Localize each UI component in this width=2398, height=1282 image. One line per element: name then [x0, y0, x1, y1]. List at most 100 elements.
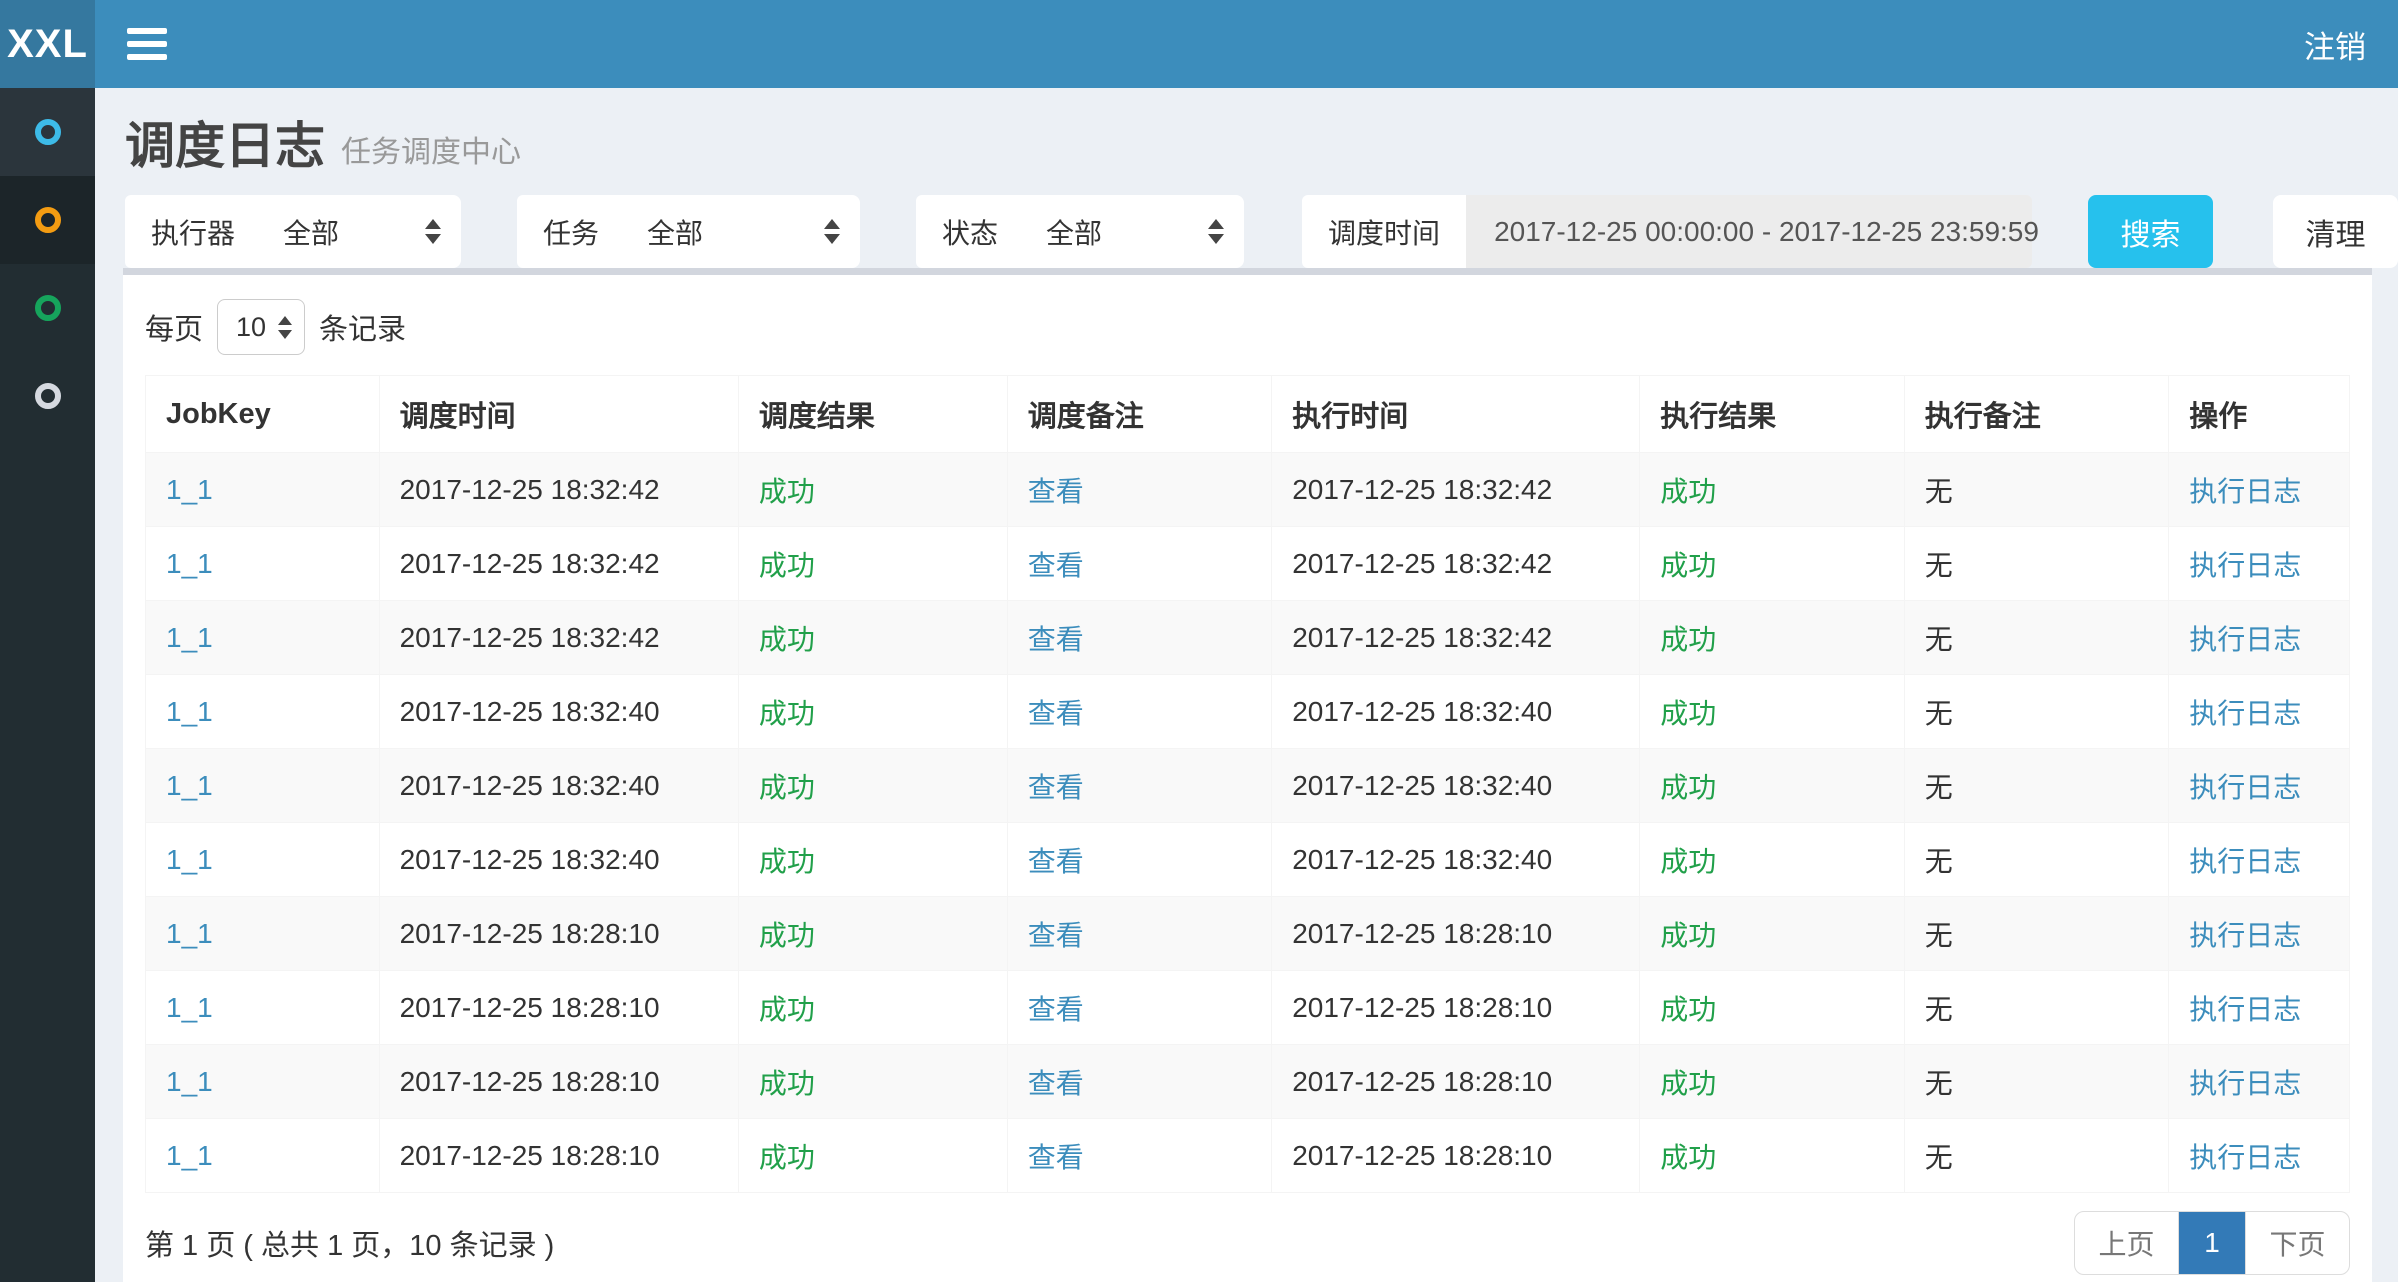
trigger-msg-link[interactable]: 查看 [1028, 698, 1084, 729]
search-button[interactable]: 搜索 [2088, 195, 2213, 268]
hamburger-icon [127, 28, 167, 34]
status-filter-group: 状态 全部 [916, 195, 1244, 268]
trigger-result-text-cell: 成功 [738, 675, 1007, 749]
handle-result-text-cell: 成功 [1640, 527, 1904, 601]
exec-log-link[interactable]: 执行日志 [2189, 846, 2301, 877]
exec-log-link-cell: 执行日志 [2169, 675, 2350, 749]
page-subtitle: 任务调度中心 [341, 113, 521, 171]
column-header: 调度结果 [738, 376, 1007, 453]
trigger-msg-link[interactable]: 查看 [1028, 994, 1084, 1025]
trigger-time-text: 2017-12-25 18:32:42 [400, 622, 660, 653]
jobkey-link[interactable]: 1_1 [166, 770, 213, 801]
exec-log-link[interactable]: 执行日志 [2189, 624, 2301, 655]
sidebar-toggle-button[interactable] [107, 0, 187, 88]
handle-time-text: 2017-12-25 18:28:10 [1292, 918, 1552, 949]
next-page-button[interactable]: 下页 [2245, 1212, 2349, 1274]
page-size-select[interactable]: 10 [217, 299, 305, 355]
handle-msg-text: 无 [1925, 994, 1953, 1025]
handle-msg-text: 无 [1925, 1068, 1953, 1099]
table-row: 1_12017-12-25 18:32:42成功查看2017-12-25 18:… [146, 453, 2350, 527]
handle-time-text: 2017-12-25 18:32:40 [1292, 696, 1552, 727]
trigger-msg-link[interactable]: 查看 [1028, 772, 1084, 803]
handle-msg-text-cell: 无 [1904, 453, 2168, 527]
trigger-time-text: 2017-12-25 18:28:10 [400, 918, 660, 949]
column-header: 执行备注 [1904, 376, 2168, 453]
trigger-result-text-cell: 成功 [738, 453, 1007, 527]
exec-log-link[interactable]: 执行日志 [2189, 1142, 2301, 1173]
sidebar-item-4[interactable] [0, 352, 95, 440]
trigger-result-text: 成功 [759, 624, 815, 655]
jobkey-link[interactable]: 1_1 [166, 622, 213, 653]
handle-result-text-cell: 成功 [1640, 749, 1904, 823]
jobkey-link[interactable]: 1_1 [166, 992, 213, 1023]
sidebar-item-1[interactable] [0, 88, 95, 176]
status-select[interactable]: 全部 [1024, 195, 1244, 268]
trigger-msg-link[interactable]: 查看 [1028, 1068, 1084, 1099]
circle-o-icon [35, 207, 61, 233]
jobkey-link[interactable]: 1_1 [166, 474, 213, 505]
trigger-msg-link[interactable]: 查看 [1028, 920, 1084, 951]
handle-msg-text: 无 [1925, 772, 1953, 803]
handle-result-text: 成功 [1660, 846, 1716, 877]
logout-link[interactable]: 注销 [2272, 0, 2398, 88]
page-size-prefix-label: 每页 [145, 306, 203, 348]
exec-log-link[interactable]: 执行日志 [2189, 698, 2301, 729]
trigger-time-text-cell: 2017-12-25 18:32:42 [379, 601, 738, 675]
trigger-time-range-input[interactable]: 2017-12-25 00:00:00 - 2017-12-25 23:59:5… [1466, 195, 2032, 268]
job-select[interactable]: 全部 [625, 195, 860, 268]
jobkey-link[interactable]: 1_1 [166, 548, 213, 579]
handle-time-text: 2017-12-25 18:28:10 [1292, 992, 1552, 1023]
current-page-button[interactable]: 1 [2179, 1212, 2245, 1274]
trigger-msg-link[interactable]: 查看 [1028, 550, 1084, 581]
sidebar-item-2[interactable] [0, 176, 95, 264]
exec-log-link[interactable]: 执行日志 [2189, 772, 2301, 803]
exec-log-link[interactable]: 执行日志 [2189, 476, 2301, 507]
prev-page-button[interactable]: 上页 [2075, 1212, 2179, 1274]
handle-msg-text-cell: 无 [1904, 749, 2168, 823]
executor-select[interactable]: 全部 [261, 195, 461, 268]
trigger-msg-link[interactable]: 查看 [1028, 846, 1084, 877]
jobkey-link[interactable]: 1_1 [166, 844, 213, 875]
trigger-result-text-cell: 成功 [738, 897, 1007, 971]
handle-result-text: 成功 [1660, 624, 1716, 655]
exec-log-link[interactable]: 执行日志 [2189, 1068, 2301, 1099]
handle-time-text-cell: 2017-12-25 18:32:42 [1272, 527, 1640, 601]
jobkey-link[interactable]: 1_1 [166, 696, 213, 727]
trigger-msg-link[interactable]: 查看 [1028, 476, 1084, 507]
jobkey-link-cell: 1_1 [146, 601, 380, 675]
trigger-msg-link[interactable]: 查看 [1028, 624, 1084, 655]
exec-log-link-cell: 执行日志 [2169, 749, 2350, 823]
exec-log-link[interactable]: 执行日志 [2189, 550, 2301, 581]
jobkey-link[interactable]: 1_1 [166, 1140, 213, 1171]
trigger-time-text-cell: 2017-12-25 18:32:40 [379, 749, 738, 823]
jobkey-link-cell: 1_1 [146, 1119, 380, 1193]
trigger-result-text: 成功 [759, 476, 815, 507]
trigger-result-text-cell: 成功 [738, 971, 1007, 1045]
app-logo[interactable]: XXL [0, 0, 95, 88]
column-header: 执行结果 [1640, 376, 1904, 453]
trigger-time-text-cell: 2017-12-25 18:32:40 [379, 675, 738, 749]
handle-time-text: 2017-12-25 18:32:40 [1292, 844, 1552, 875]
job-filter-label: 任务 [517, 195, 625, 268]
handle-result-text: 成功 [1660, 772, 1716, 803]
trigger-time-text: 2017-12-25 18:28:10 [400, 992, 660, 1023]
trigger-result-text-cell: 成功 [738, 1119, 1007, 1193]
trigger-result-text: 成功 [759, 1068, 815, 1099]
handle-result-text: 成功 [1660, 698, 1716, 729]
jobkey-link-cell: 1_1 [146, 971, 380, 1045]
sidebar-item-3[interactable] [0, 264, 95, 352]
page-header: 调度日志 任务调度中心 [95, 88, 2398, 195]
page-size-select-value: 10 [236, 312, 266, 343]
exec-log-link[interactable]: 执行日志 [2189, 920, 2301, 951]
trigger-time-text-cell: 2017-12-25 18:28:10 [379, 971, 738, 1045]
trigger-msg-link-cell: 查看 [1007, 1045, 1271, 1119]
select-arrows-icon [278, 316, 292, 339]
clean-button[interactable]: 清理 [2273, 195, 2398, 268]
trigger-msg-link[interactable]: 查看 [1028, 1142, 1084, 1173]
job-filter-group: 任务 全部 [517, 195, 860, 268]
trigger-msg-link-cell: 查看 [1007, 897, 1271, 971]
jobkey-link[interactable]: 1_1 [166, 918, 213, 949]
exec-log-link[interactable]: 执行日志 [2189, 994, 2301, 1025]
jobkey-link[interactable]: 1_1 [166, 1066, 213, 1097]
exec-log-link-cell: 执行日志 [2169, 823, 2350, 897]
